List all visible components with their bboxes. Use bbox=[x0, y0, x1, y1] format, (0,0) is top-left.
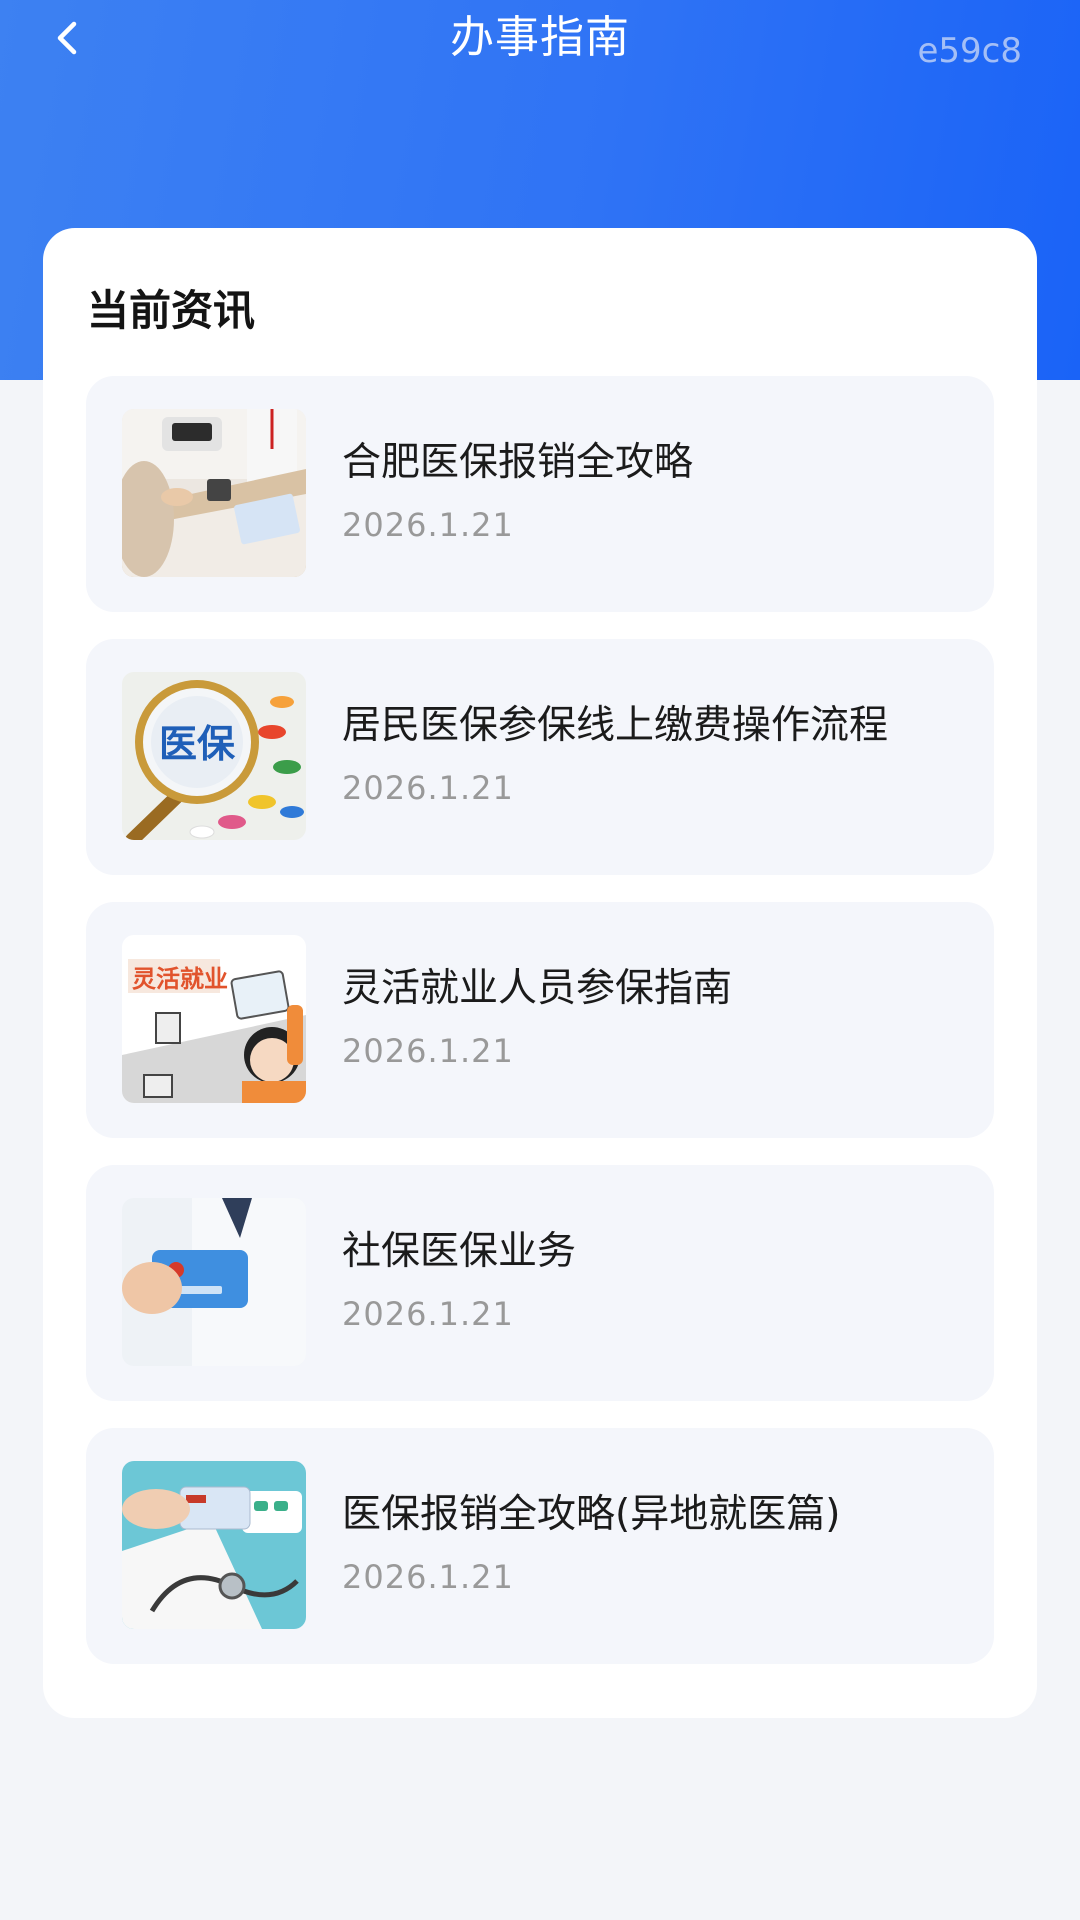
watermark-label: e59c8 bbox=[917, 31, 1022, 71]
article-title: 合肥医保报销全攻略 bbox=[342, 440, 694, 485]
thumb-text: 医保 bbox=[159, 722, 236, 766]
article-date: 2026.1.21 bbox=[342, 1032, 514, 1070]
article-item[interactable]: 医保报销全攻略(异地就医篇) 2026.1.21 bbox=[86, 1428, 994, 1664]
article-thumbnail bbox=[122, 409, 306, 577]
article-item[interactable]: 医保 居民医保参保线上缴费操作流程 2026.1.21 bbox=[86, 639, 994, 875]
article-thumbnail: 医保 bbox=[122, 672, 306, 840]
article-title: 医保报销全攻略(异地就医篇) bbox=[342, 1492, 841, 1537]
article-date: 2026.1.21 bbox=[342, 1558, 514, 1596]
page: 办事指南 e59c8 当前资讯 合肥医保报销全攻略 2026.1.21 医保 居… bbox=[0, 0, 1080, 1920]
article-item[interactable]: 合肥医保报销全攻略 2026.1.21 bbox=[86, 376, 994, 612]
article-title: 灵活就业人员参保指南 bbox=[342, 966, 733, 1011]
article-thumbnail: 灵活就业 bbox=[122, 935, 306, 1103]
article-item[interactable]: 社保医保业务 2026.1.21 bbox=[86, 1165, 994, 1401]
section-title: 当前资讯 bbox=[87, 286, 256, 335]
article-thumbnail bbox=[122, 1461, 306, 1629]
article-item[interactable]: 灵活就业 灵活就业人员参保指南 2026.1.21 bbox=[86, 902, 994, 1138]
news-card: 当前资讯 合肥医保报销全攻略 2026.1.21 医保 居民医保参保线上缴费操作… bbox=[43, 228, 1037, 1718]
article-date: 2026.1.21 bbox=[342, 769, 514, 807]
article-thumbnail bbox=[122, 1198, 306, 1366]
article-title: 社保医保业务 bbox=[342, 1229, 577, 1274]
article-date: 2026.1.21 bbox=[342, 1295, 514, 1333]
article-date: 2026.1.21 bbox=[342, 506, 514, 544]
thumb-text: 灵活就业 bbox=[132, 965, 228, 993]
article-title: 居民医保参保线上缴费操作流程 bbox=[342, 703, 889, 748]
